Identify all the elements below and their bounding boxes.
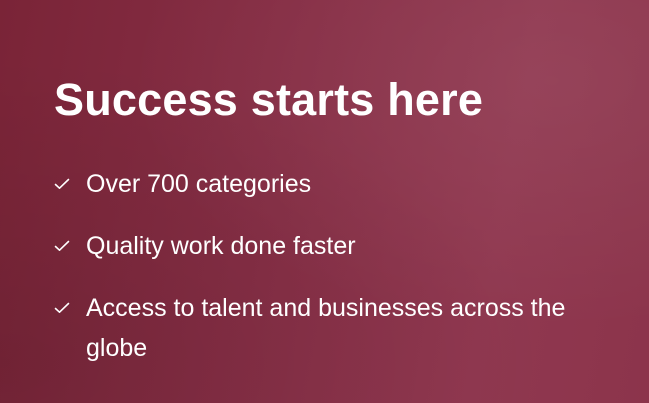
- list-item: Access to talent and businesses across t…: [54, 288, 614, 368]
- feature-list: Over 700 categories Quality work done fa…: [54, 164, 614, 390]
- check-icon: [54, 226, 86, 266]
- check-icon: [54, 164, 86, 204]
- promo-panel: Success starts here Over 700 categories …: [0, 0, 649, 403]
- list-item: Quality work done faster: [54, 226, 614, 266]
- feature-label: Access to talent and businesses across t…: [86, 294, 566, 362]
- list-item: Over 700 categories: [54, 164, 614, 204]
- check-icon: [54, 288, 86, 328]
- feature-label: Over 700 categories: [86, 170, 312, 198]
- feature-label: Quality work done faster: [86, 232, 356, 260]
- page-title: Success starts here: [54, 74, 484, 125]
